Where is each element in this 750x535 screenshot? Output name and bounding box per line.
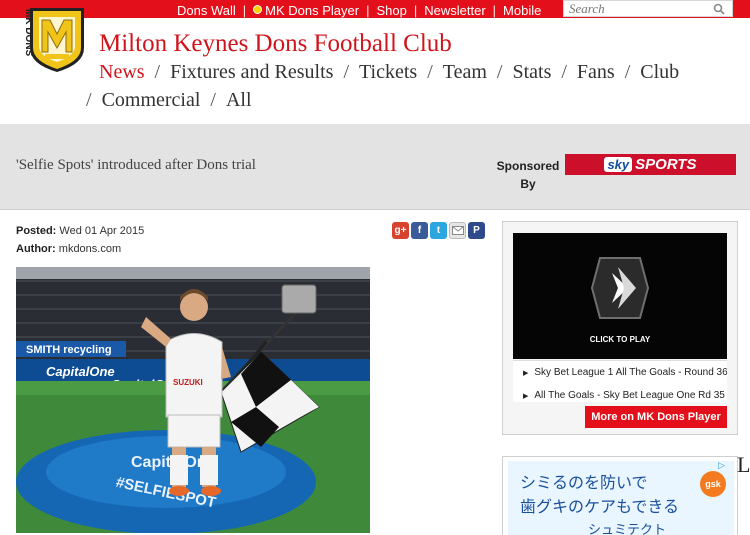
search-icon[interactable]	[712, 2, 726, 16]
sponsored-by-label: Sponsored By	[496, 159, 560, 191]
video-player[interactable]: CLICK TO PLAY	[513, 233, 727, 359]
ad-choices-icon[interactable]: ▷	[718, 460, 725, 471]
article-title: 'Selfie Spots' introduced after Dons tri…	[16, 157, 256, 173]
author-label: Author:	[16, 243, 56, 255]
top-link-mobile[interactable]: Mobile	[496, 3, 548, 18]
nav-item-tickets[interactable]: Tickets	[359, 61, 417, 83]
nav-item-team[interactable]: Team	[443, 61, 487, 83]
shirt-sponsor: SUZUKI	[173, 378, 203, 387]
site-title[interactable]: Milton Keynes Dons Football Club	[99, 30, 452, 58]
ad-headline-1: シミるのを防いで	[520, 473, 648, 492]
search-box	[563, 0, 733, 17]
article-photo: SMITH recycling CapitalOne CapitalOne Ca…	[16, 267, 370, 533]
nav-item-fixtures-and-results[interactable]: Fixtures and Results	[170, 61, 333, 83]
author-name: mkdons.com	[58, 243, 122, 255]
posted-label: Posted:	[16, 225, 57, 237]
nav-item-news[interactable]: News	[99, 61, 145, 83]
posted-date: Wed 01 Apr 2015	[59, 225, 145, 237]
ad-board-2: CapitalOne	[46, 364, 115, 379]
main-nav: News / Fixtures and Results / Tickets / Team / S…	[86, 61, 680, 111]
top-link-label: MK Dons Player	[265, 2, 360, 18]
top-link-mk-dons-player[interactable]: MK Dons Player	[246, 3, 366, 18]
playlist-item-label: Sky Bet League 1 All The Goals - Round 3…	[534, 367, 727, 378]
nav-item-club[interactable]: Club	[640, 61, 679, 83]
cropped-letter: L	[737, 452, 750, 477]
nav-item-stats[interactable]: Stats	[512, 61, 551, 83]
ad-headline-2: 歯グキのケアもできる	[520, 497, 680, 516]
top-links: Dons Wall | MK Dons Player | Shop | News…	[170, 2, 548, 18]
play-triangle-icon: ▶	[523, 370, 529, 377]
sports-wordmark: SPORTS	[635, 156, 697, 173]
top-link-shop[interactable]: Shop	[369, 3, 413, 18]
advertisement[interactable]: シミるのを防いで 歯グキのケアもできる シュミテクト gsk	[502, 456, 738, 535]
google-plus-icon[interactable]: g+	[392, 222, 409, 239]
share-icons: g+ f t P	[392, 222, 485, 239]
article-header-band: 'Selfie Spots' introduced after Dons tri…	[0, 124, 750, 210]
play-icon[interactable]	[590, 253, 650, 323]
mk-dons-player-widget: CLICK TO PLAY ▶ Sky Bet League 1 All The …	[502, 221, 738, 435]
nav-item-all[interactable]: All	[226, 89, 252, 111]
sky-sports-logo[interactable]: sky SPORTS	[565, 154, 736, 175]
ad-product-name: シュミテクト	[588, 523, 667, 535]
gsk-logo: gsk	[700, 471, 726, 497]
nav-item-commercial[interactable]: Commercial	[102, 89, 201, 111]
ad-board-1: SMITH recycling	[26, 344, 112, 356]
nav-item-fans[interactable]: Fans	[577, 61, 615, 83]
playlist-item[interactable]: ▶ All The Goals - Sky Bet League One Rd 3…	[513, 384, 727, 402]
top-link-dons-wall[interactable]: Dons Wall	[170, 3, 243, 18]
more-on-mk-dons-player-button[interactable]: More on MK Dons Player	[585, 406, 727, 428]
pinterest-icon[interactable]: P	[468, 222, 485, 239]
email-icon[interactable]	[449, 222, 466, 239]
twitter-icon[interactable]: t	[430, 222, 447, 239]
playlist-item[interactable]: ▶ Sky Bet League 1 All The Goals - Round …	[513, 361, 727, 384]
search-input[interactable]	[564, 1, 704, 16]
top-link-newsletter[interactable]: Newsletter	[417, 3, 492, 18]
article-meta: Posted: Wed 01 Apr 2015 Author: mkdons.c…	[16, 222, 144, 258]
playlist-item-label: All The Goals - Sky Bet League One Rd 35	[534, 390, 725, 401]
mk-dons-crest-logo[interactable]: MK DONS	[14, 4, 88, 74]
facebook-icon[interactable]: f	[411, 222, 428, 239]
player-icon	[253, 4, 263, 14]
playlist: ▶ Sky Bet League 1 All The Goals - Round …	[513, 360, 727, 402]
click-to-play-label: CLICK TO PLAY	[589, 335, 651, 344]
ad-creative: シミるのを防いで 歯グキのケアもできる シュミテクト gsk	[508, 461, 734, 535]
play-triangle-icon: ▶	[523, 393, 529, 400]
sky-wordmark: sky	[604, 157, 633, 172]
